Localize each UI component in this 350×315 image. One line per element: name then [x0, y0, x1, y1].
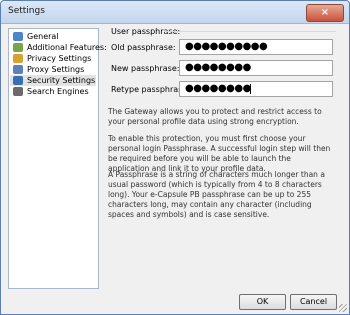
new-passphrase-field[interactable]: ●●●●●●●● — [179, 60, 333, 76]
nav-item-additional-features[interactable]: Additional Features: — [10, 42, 107, 53]
settings-nav-list: General Additional Features: Privacy Set… — [8, 28, 107, 289]
description-paragraph: A Passphrase is a string of characters m… — [108, 170, 325, 219]
security-settings-panel: User passphrase: Old passphrase: ●●●●●●●… — [104, 27, 342, 287]
nav-item-label: General — [27, 32, 59, 41]
retype-passphrase-field[interactable]: ●●●●●●●● — [179, 81, 333, 97]
window-title: Settings — [8, 6, 45, 16]
proxy-icon — [13, 65, 23, 74]
description-paragraph: To enable this protection, you must firs… — [108, 134, 331, 173]
group-divider — [164, 31, 336, 32]
text-caret — [250, 84, 251, 94]
ok-button[interactable]: OK — [239, 294, 286, 310]
nav-item-search-engines[interactable]: Search Engines — [10, 86, 96, 97]
nav-item-label: Search Engines — [27, 87, 89, 96]
resize-grip-icon[interactable] — [339, 304, 347, 312]
nav-item-label: Security Settings — [27, 76, 96, 85]
title-bar[interactable]: Settings × — [1, 1, 349, 24]
nav-item-privacy-settings[interactable]: Privacy Settings — [10, 53, 96, 64]
old-passphrase-value: ●●●●●●●●●● — [185, 41, 268, 52]
settings-window: Settings × General Additional Features: … — [0, 0, 350, 315]
search-icon — [13, 87, 23, 96]
old-passphrase-label: Old passphrase: — [111, 43, 176, 52]
general-icon — [13, 32, 23, 41]
nav-item-label: Proxy Settings — [27, 65, 85, 74]
retype-passphrase-value: ●●●●●●●● — [185, 83, 251, 94]
close-icon[interactable]: × — [306, 4, 344, 22]
old-passphrase-field[interactable]: ●●●●●●●●●● — [179, 39, 333, 55]
nav-item-proxy-settings[interactable]: Proxy Settings — [10, 64, 96, 75]
description-paragraph: The Gateway allows you to protect and re… — [108, 107, 322, 126]
new-passphrase-value: ●●●●●●●● — [185, 62, 251, 73]
shield-icon — [13, 76, 23, 85]
nav-item-label: Privacy Settings — [27, 54, 92, 63]
cancel-button[interactable]: Cancel — [290, 294, 337, 310]
features-icon — [13, 43, 23, 52]
nav-item-security-settings[interactable]: Security Settings — [10, 75, 96, 86]
nav-item-label: Additional Features: — [27, 43, 107, 52]
nav-item-general[interactable]: General — [10, 31, 96, 42]
new-passphrase-label: New passphrase: — [111, 64, 180, 73]
lock-icon — [13, 54, 23, 63]
